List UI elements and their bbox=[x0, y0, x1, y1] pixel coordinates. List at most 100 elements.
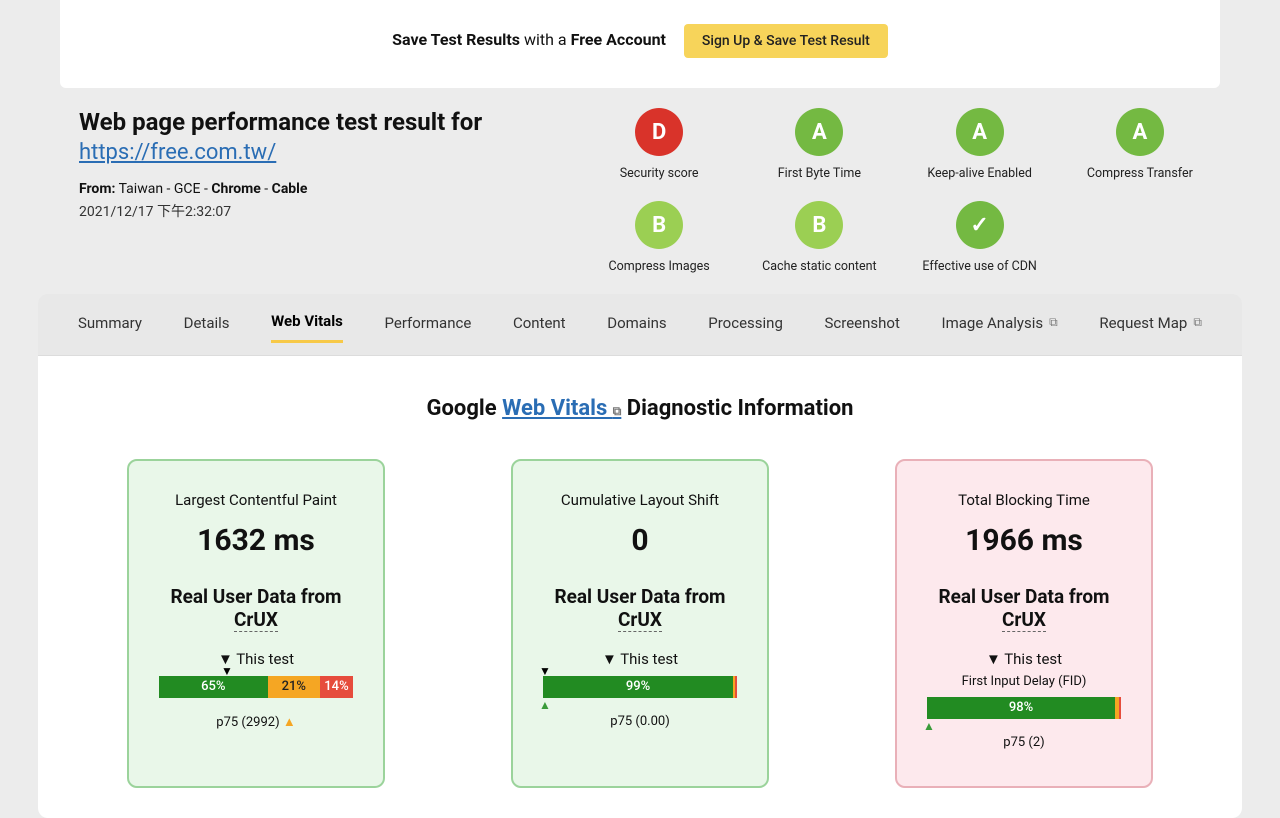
this-test-label: ▼ This test bbox=[143, 650, 369, 668]
this-test-label: ▼ This test bbox=[911, 650, 1137, 668]
from-connection: Cable bbox=[272, 181, 308, 197]
tab-request-map[interactable]: Request Map ⧉ bbox=[1099, 306, 1202, 343]
check-icon: ✓ bbox=[956, 201, 1004, 249]
signup-button[interactable]: Sign Up & Save Test Result bbox=[684, 24, 888, 58]
tabs-container: Summary Details Web Vitals Performance C… bbox=[38, 294, 1242, 356]
bar-good: 65% bbox=[159, 676, 268, 698]
bar-bad: 14% bbox=[320, 676, 353, 698]
tested-url-link[interactable]: https://free.com.tw/ bbox=[79, 140, 276, 165]
bar-track: 98% bbox=[927, 697, 1121, 719]
tab-domains[interactable]: Domains bbox=[607, 306, 666, 343]
metric-value: 0 bbox=[527, 523, 753, 558]
grade-label: Compress Transfer bbox=[1060, 166, 1220, 181]
with-a: with a bbox=[520, 30, 571, 49]
tab-web-vitals[interactable]: Web Vitals bbox=[271, 306, 343, 343]
crux-bar: ▼ 65% 21% 14% bbox=[159, 676, 353, 698]
grade-badge: B bbox=[635, 201, 683, 249]
bar-bad bbox=[1119, 697, 1121, 719]
metric-cards: Largest Contentful Paint 1632 ms Real Us… bbox=[88, 459, 1192, 788]
p75-label: p75 (2) bbox=[911, 735, 1137, 750]
web-vitals-panel: Google Web Vitals ⧉ Diagnostic Informati… bbox=[38, 356, 1242, 818]
bar-track: 65% 21% 14% bbox=[159, 676, 353, 698]
from-dash: - bbox=[261, 181, 272, 197]
marker-bot-icon: ▲ bbox=[923, 719, 935, 733]
test-datetime: 2021/12/17 下午2:32:07 bbox=[79, 201, 539, 221]
grade-cache-static[interactable]: B Cache static content bbox=[739, 201, 899, 274]
result-header: Web page performance test result for htt… bbox=[79, 108, 1220, 274]
tab-details[interactable]: Details bbox=[184, 306, 230, 343]
from-browser: Chrome bbox=[211, 181, 261, 197]
marker-top-icon: ▼ bbox=[221, 664, 233, 678]
cls-card: Cumulative Layout Shift 0 Real User Data… bbox=[511, 459, 769, 788]
bar-track: 99% bbox=[543, 676, 737, 698]
metric-name: Largest Contentful Paint bbox=[143, 491, 369, 509]
from-line: From: Taiwan - GCE - Chrome - Cable bbox=[79, 181, 539, 197]
grade-first-byte-time[interactable]: A First Byte Time bbox=[739, 108, 899, 181]
marker-top-icon: ▼ bbox=[539, 664, 551, 678]
crux-heading: Real User Data from CrUX bbox=[143, 586, 369, 632]
crux-bar: 98% ▲ bbox=[927, 697, 1121, 719]
save-banner: Save Test Results with a Free Account Si… bbox=[60, 0, 1220, 88]
tab-processing[interactable]: Processing bbox=[708, 306, 783, 343]
bar-good: 98% bbox=[927, 697, 1115, 719]
external-link-icon: ⧉ bbox=[1193, 315, 1202, 330]
crux-heading: Real User Data from CrUX bbox=[911, 586, 1137, 632]
grade-label: First Byte Time bbox=[739, 166, 899, 181]
marker-bot-icon: ▲ bbox=[539, 698, 551, 712]
crux-abbr: CrUX bbox=[1002, 608, 1046, 632]
grade-security-score[interactable]: D Security score bbox=[579, 108, 739, 181]
metric-value: 1966 ms bbox=[911, 523, 1137, 558]
tab-summary[interactable]: Summary bbox=[78, 306, 142, 343]
from-label: From: bbox=[79, 181, 115, 197]
grade-compress-images[interactable]: B Compress Images bbox=[579, 201, 739, 274]
grade-label: Keep-alive Enabled bbox=[900, 166, 1060, 181]
bar-ok: 21% bbox=[268, 676, 320, 698]
p75-label: p75 (2992) ▲ bbox=[143, 714, 369, 730]
tab-label: Image Analysis bbox=[942, 314, 1044, 332]
crux-abbr: CrUX bbox=[234, 608, 278, 632]
free-account: Free Account bbox=[571, 30, 666, 49]
crux-abbr: CrUX bbox=[618, 608, 662, 632]
grade-compress-transfer[interactable]: A Compress Transfer bbox=[1060, 108, 1220, 181]
triangle-up-icon: ▲ bbox=[283, 715, 296, 730]
page-title: Web page performance test result for bbox=[79, 108, 539, 136]
from-location: Taiwan - GCE - bbox=[115, 181, 211, 197]
web-vitals-link[interactable]: Web Vitals ⧉ bbox=[502, 396, 621, 421]
diag-suffix: Diagnostic Information bbox=[627, 396, 854, 421]
grade-badge: D bbox=[635, 108, 683, 156]
fid-note: First Input Delay (FID) bbox=[911, 674, 1137, 689]
bar-bad bbox=[735, 676, 737, 698]
grade-badge: B bbox=[795, 201, 843, 249]
grade-label: Cache static content bbox=[739, 259, 899, 274]
external-link-icon: ⧉ bbox=[613, 404, 622, 418]
grade-badge: A bbox=[1116, 108, 1164, 156]
tab-image-analysis[interactable]: Image Analysis ⧉ bbox=[942, 306, 1058, 343]
metric-name: Total Blocking Time bbox=[911, 491, 1137, 509]
save-text: Save Test Results bbox=[392, 30, 520, 49]
grade-label: Security score bbox=[579, 166, 739, 181]
tab-content[interactable]: Content bbox=[513, 306, 566, 343]
metric-value: 1632 ms bbox=[143, 523, 369, 558]
grade-keep-alive[interactable]: A Keep-alive Enabled bbox=[900, 108, 1060, 181]
metric-name: Cumulative Layout Shift bbox=[527, 491, 753, 509]
diagnostic-title: Google Web Vitals ⧉ Diagnostic Informati… bbox=[88, 396, 1192, 421]
grade-label: Effective use of CDN bbox=[900, 259, 1060, 274]
result-header-left: Web page performance test result for htt… bbox=[79, 108, 539, 221]
grade-cdn[interactable]: ✓ Effective use of CDN bbox=[900, 201, 1060, 274]
tab-performance[interactable]: Performance bbox=[385, 306, 472, 343]
external-link-icon: ⧉ bbox=[1049, 315, 1058, 330]
diag-prefix: Google bbox=[427, 396, 503, 421]
grade-grid: D Security score A First Byte Time A Kee… bbox=[579, 108, 1220, 274]
p75-label: p75 (0.00) bbox=[527, 714, 753, 729]
bar-good: 99% bbox=[543, 676, 733, 698]
crux-heading: Real User Data from CrUX bbox=[527, 586, 753, 632]
grade-label: Compress Images bbox=[579, 259, 739, 274]
this-test-label: ▼ This test bbox=[527, 650, 753, 668]
grade-badge: A bbox=[956, 108, 1004, 156]
lcp-card: Largest Contentful Paint 1632 ms Real Us… bbox=[127, 459, 385, 788]
tbt-card: Total Blocking Time 1966 ms Real User Da… bbox=[895, 459, 1153, 788]
tab-screenshot[interactable]: Screenshot bbox=[825, 306, 900, 343]
crux-bar: ▼ 99% ▲ bbox=[543, 676, 737, 698]
tab-label: Request Map bbox=[1099, 314, 1187, 332]
tab-row: Summary Details Web Vitals Performance C… bbox=[38, 306, 1242, 356]
